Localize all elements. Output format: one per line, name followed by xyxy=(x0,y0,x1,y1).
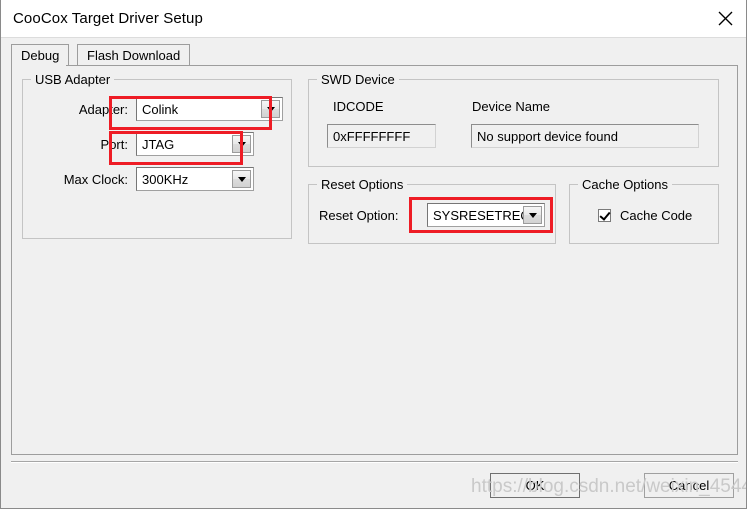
reset-option-combobox[interactable]: SYSRESETREQ xyxy=(427,203,545,227)
tab-debug-label: Debug xyxy=(21,48,60,63)
cache-code-checkbox-row[interactable]: Cache Code xyxy=(598,208,692,223)
idcode-field: 0xFFFFFFFF xyxy=(327,124,436,148)
port-value: JTAG xyxy=(142,136,175,152)
device-name-header: Device Name xyxy=(472,99,551,114)
max-clock-combobox[interactable]: 300KHz xyxy=(136,167,254,191)
usb-adapter-group: USB Adapter Adapter: Colink Port: JTAG M… xyxy=(22,72,292,239)
debug-tab-panel: USB Adapter Adapter: Colink Port: JTAG M… xyxy=(11,65,738,455)
adapter-combobox[interactable]: Colink xyxy=(136,97,283,121)
port-label: Port: xyxy=(100,137,128,152)
cancel-button[interactable]: Cancel xyxy=(644,473,734,498)
max-clock-value: 300KHz xyxy=(142,171,189,187)
reset-option-value: SYSRESETREQ xyxy=(433,207,523,223)
bottom-divider xyxy=(11,461,738,463)
tab-flash-download-label: Flash Download xyxy=(87,48,181,63)
adapter-label: Adapter: xyxy=(78,102,128,117)
port-combobox[interactable]: JTAG xyxy=(136,132,254,156)
cache-code-checkbox[interactable] xyxy=(598,209,611,222)
chevron-down-icon[interactable] xyxy=(261,100,280,118)
tab-debug[interactable]: Debug xyxy=(11,44,70,65)
chevron-down-icon[interactable] xyxy=(232,170,251,188)
swd-device-group: SWD Device IDCODE Device Name 0xFFFFFFFF… xyxy=(308,72,719,167)
cancel-button-label: Cancel xyxy=(668,478,710,493)
tab-strip: Debug Flash Download xyxy=(11,44,738,66)
reset-options-group-title: Reset Options xyxy=(317,177,408,192)
device-name-field: No support device found xyxy=(471,124,699,148)
max-clock-label: Max Clock: xyxy=(63,172,128,187)
idcode-header: IDCODE xyxy=(333,99,384,114)
page-title: CooCox Target Driver Setup xyxy=(13,10,203,27)
usb-adapter-group-title: USB Adapter xyxy=(31,72,115,87)
adapter-value: Colink xyxy=(142,101,179,117)
ok-button-label: OK xyxy=(525,478,545,493)
reset-option-label: Reset Option: xyxy=(319,208,399,223)
title-bar: CooCox Target Driver Setup xyxy=(1,0,746,38)
swd-device-group-title: SWD Device xyxy=(317,72,399,87)
tab-panel-seam xyxy=(12,64,66,67)
cache-code-label: Cache Code xyxy=(620,208,693,223)
ok-button[interactable]: OK xyxy=(490,473,580,498)
cache-options-group: Cache Options Cache Code xyxy=(569,177,719,244)
chevron-down-icon[interactable] xyxy=(232,135,251,153)
tab-flash-download[interactable]: Flash Download xyxy=(77,44,191,65)
coocox-target-driver-setup-dialog: CooCox Target Driver Setup Debug Flash D… xyxy=(0,0,747,509)
chevron-down-icon[interactable] xyxy=(523,206,542,224)
cache-options-group-title: Cache Options xyxy=(578,177,672,192)
close-icon[interactable] xyxy=(702,0,746,37)
reset-options-group: Reset Options Reset Option: SYSRESETREQ xyxy=(308,177,556,244)
